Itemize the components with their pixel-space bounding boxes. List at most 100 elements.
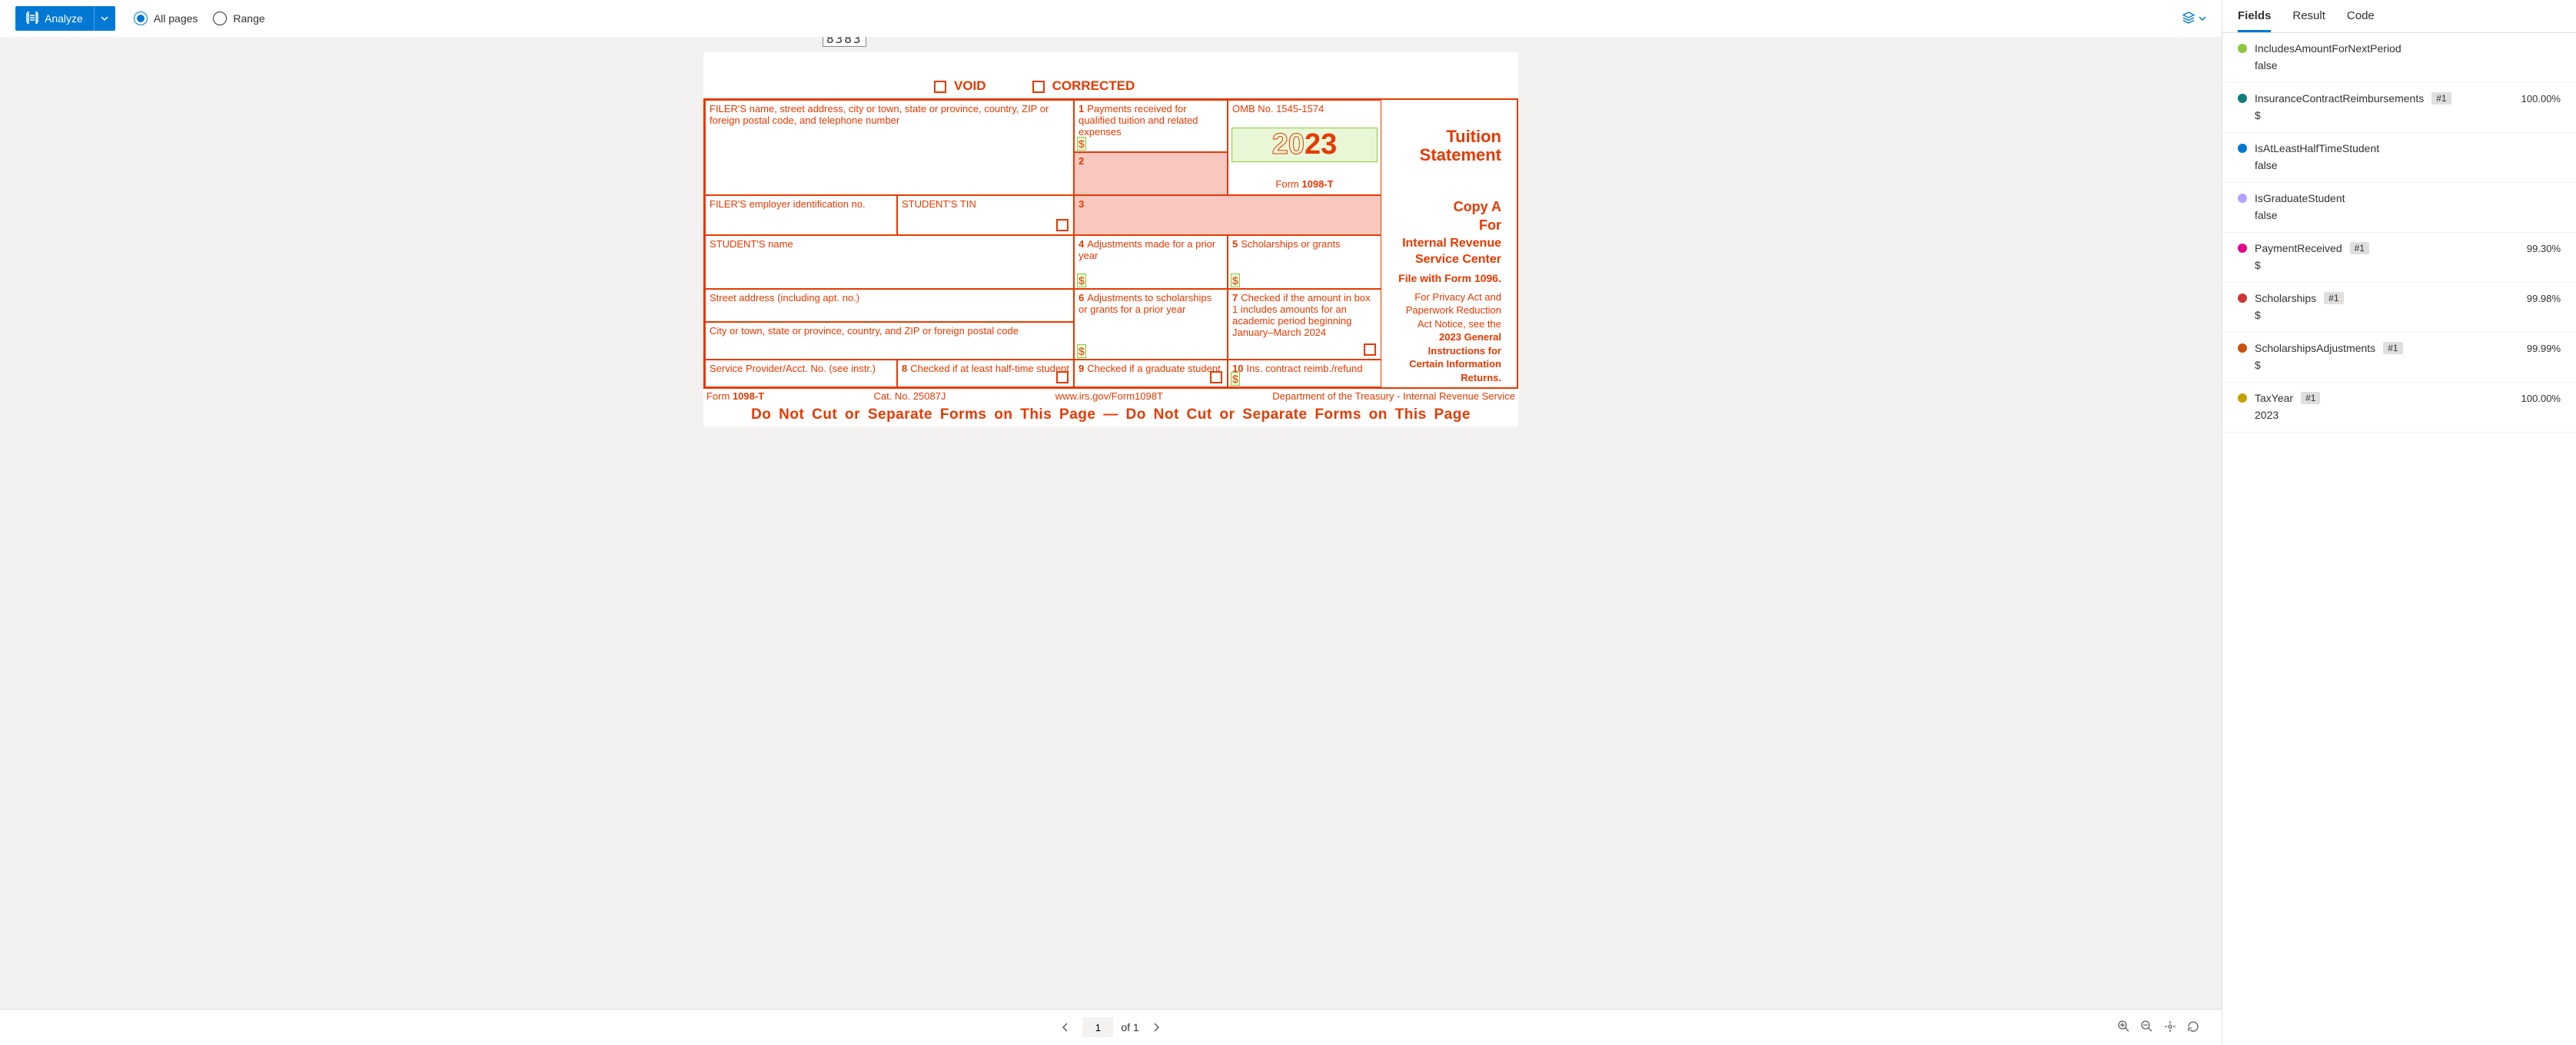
radio-circle-icon <box>134 12 148 25</box>
right-panel: Fields Result Code IncludesAmountForNext… <box>2222 0 2576 1045</box>
checkbox-icon <box>1364 343 1376 356</box>
analyze-label: Analyze <box>45 12 83 25</box>
field-name: IncludesAmountForNextPeriod <box>2255 42 2401 55</box>
chevron-down-icon <box>101 12 108 25</box>
box2: 2 <box>1074 152 1228 195</box>
document-viewport[interactable]: 8383 VOID CORRECTED FILER'S name, street… <box>0 37 2222 1009</box>
service-provider-cell: Service Provider/Acct. No. (see instr.) <box>705 360 897 386</box>
app-root: Analyze All pages Range <box>0 0 2576 1045</box>
tab-code[interactable]: Code <box>2347 9 2375 32</box>
label: STUDENT'S name <box>710 238 793 250</box>
street-cell: Street address (including apt. no.) <box>705 289 1074 322</box>
checkbox-icon <box>1210 371 1222 383</box>
field-row[interactable]: IncludesAmountForNextPeriodfalse <box>2222 33 2576 83</box>
title-line2: Statement <box>1385 146 1501 164</box>
tabs: Fields Result Code <box>2222 0 2576 33</box>
radio-range[interactable]: Range <box>213 12 264 25</box>
field-value: $ <box>2238 109 2561 121</box>
void-check: VOID <box>934 78 986 94</box>
field-color-dot <box>2238 144 2247 153</box>
field-row[interactable]: ScholarshipsAdjustments#199.99%$ <box>2222 333 2576 383</box>
zoom-out-button[interactable] <box>2140 1020 2154 1036</box>
field-color-dot <box>2238 393 2247 403</box>
field-confidence: 99.98% <box>2527 293 2561 304</box>
checkbox-icon <box>1056 371 1069 383</box>
layers-dropdown[interactable] <box>2182 11 2206 27</box>
page-total: of 1 <box>1121 1021 1138 1033</box>
field-value: 2023 <box>2238 409 2561 421</box>
box7: 7Checked if the amount in box 1 includes… <box>1228 289 1381 360</box>
document-page: 8383 VOID CORRECTED FILER'S name, street… <box>703 52 1518 426</box>
field-confidence: 99.99% <box>2527 343 2561 354</box>
tab-result[interactable]: Result <box>2292 9 2325 32</box>
field-name: IsAtLeastHalfTimeStudent <box>2255 142 2379 154</box>
field-name: IsGraduateStudent <box>2255 192 2345 204</box>
irs2: Service Center <box>1385 251 1501 268</box>
footer-dept: Department of the Treasury - Internal Re… <box>1272 390 1515 402</box>
priv4: 2023 General <box>1385 330 1501 344</box>
student-name-cell: STUDENT'S name <box>705 235 1074 289</box>
toolbar: Analyze All pages Range <box>0 0 2222 37</box>
field-row[interactable]: Scholarships#199.98%$ <box>2222 283 2576 333</box>
page-scope-radio-group: All pages Range <box>134 12 265 25</box>
prev-page-button[interactable] <box>1056 1018 1075 1037</box>
rotate-button[interactable] <box>2186 1020 2200 1036</box>
analyze-button[interactable]: Analyze <box>15 6 94 31</box>
pager: of 1 <box>0 1009 2222 1045</box>
box5: 5Scholarships or grants$ <box>1228 235 1381 289</box>
fields-list[interactable]: IncludesAmountForNextPeriodfalseInsuranc… <box>2222 33 2576 1045</box>
field-name: PaymentReceived <box>2255 242 2342 254</box>
fit-button[interactable] <box>2163 1020 2177 1036</box>
label: Adjustments made for a prior year <box>1079 238 1215 261</box>
field-row[interactable]: PaymentReceived#199.30%$ <box>2222 233 2576 283</box>
layers-icon <box>2182 11 2195 27</box>
box8: 8Checked if at least half-time student <box>897 360 1074 386</box>
form-footer: Form 1098-T Cat. No. 25087J www.irs.gov/… <box>703 389 1518 403</box>
title-line1: Tuition <box>1385 128 1501 146</box>
form-number: Form 1098-T <box>1232 178 1377 190</box>
void-label: VOID <box>954 78 986 93</box>
field-badge: #1 <box>2383 342 2402 354</box>
omb-label: OMB No. 1545-1574 <box>1232 103 1377 114</box>
field-row[interactable]: TaxYear#1100.00%2023 <box>2222 383 2576 433</box>
filer-name-cell: FILER'S name, street address, city or to… <box>705 100 1074 195</box>
footer-url: www.irs.gov/Form1098T <box>1055 390 1163 402</box>
next-page-button[interactable] <box>1147 1018 1165 1037</box>
radio-all-pages[interactable]: All pages <box>134 12 198 25</box>
field-row[interactable]: IsAtLeastHalfTimeStudent false <box>2222 133 2576 183</box>
label: Checked if a graduate student <box>1087 363 1220 374</box>
omb-box: OMB No. 1545-1574 2023 Form 1098-T <box>1228 100 1381 195</box>
copy-a-label: Copy A <box>1385 197 1501 216</box>
priv5: Instructions for <box>1385 344 1501 358</box>
zoom-in-button[interactable] <box>2117 1020 2131 1036</box>
field-color-dot <box>2238 343 2247 353</box>
label: Checked if at least half-time student <box>910 363 1069 374</box>
page-input[interactable] <box>1082 1017 1113 1037</box>
copy-a-panel: Copy A For Internal Revenue Service Cent… <box>1381 195 1504 387</box>
tab-fields[interactable]: Fields <box>2238 9 2271 32</box>
chevron-down-icon <box>2199 12 2206 25</box>
priv3: Act Notice, see the <box>1385 317 1501 331</box>
dollar-icon: $ <box>1078 274 1085 287</box>
irs1: Internal Revenue <box>1385 235 1501 252</box>
box9: 9Checked if a graduate student <box>1074 360 1228 386</box>
corrected-label: CORRECTED <box>1052 78 1135 93</box>
field-value: $ <box>2238 309 2561 321</box>
label: Service Provider/Acct. No. (see instr.) <box>710 363 876 374</box>
field-color-dot <box>2238 294 2247 303</box>
field-name: InsuranceContractReimbursements <box>2255 92 2424 104</box>
main-panel: Analyze All pages Range <box>0 0 2222 1045</box>
field-color-dot <box>2238 194 2247 203</box>
checkbox-icon <box>934 81 946 93</box>
label: Payments received for qualified tuition … <box>1079 103 1198 138</box>
box10: 10Ins. contract reimb./refund$ <box>1228 360 1381 386</box>
dollar-icon: $ <box>1231 373 1239 385</box>
field-value: false <box>2238 159 2561 171</box>
field-name: TaxYear <box>2255 392 2293 404</box>
priv7: Returns. <box>1385 371 1501 385</box>
label: Scholarships or grants <box>1241 238 1340 250</box>
field-row[interactable]: IsGraduateStudentfalse <box>2222 183 2576 233</box>
analyze-dropdown[interactable] <box>94 6 115 31</box>
label: FILER'S name, street address, city or to… <box>710 103 1049 126</box>
field-row[interactable]: InsuranceContractReimbursements#1100.00%… <box>2222 83 2576 133</box>
